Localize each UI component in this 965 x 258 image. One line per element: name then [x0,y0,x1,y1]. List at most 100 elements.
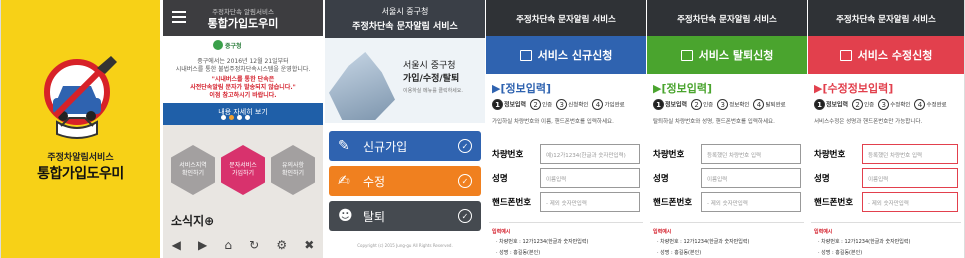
intro-panel: 주정차알림서비스 통합가입도우미 [0,0,160,258]
car-number-input[interactable]: 등록했던 차량번호 입력 [701,144,801,164]
step-1: 1 정보입력 [492,99,526,110]
phone-input[interactable]: - 제외 숫자만입력 [701,192,801,212]
name-label: 성명 [814,174,830,184]
carousel-dots[interactable] [221,115,250,120]
name-row: 성명 이름입력 [492,168,640,188]
helper-home-panel: 주정차단속 알림서비스 통합가입도우미 중구청 중구에서는 2016년 12월 … [163,0,323,258]
banner-title: 서비스 신규신청 [537,49,613,62]
form-description: 서비스수정은 성명과 핸드폰번호만 가능합니다. [814,119,923,125]
phone-row: 핸드폰번호 - 제외 숫자만입력 [492,192,640,212]
example-name: · 성명 : 홍길동(본인) [657,250,702,256]
car-number-row: 차량번호 등록했던 차량번호 입력 [653,144,801,164]
name-label: 성명 [653,174,669,184]
notes-button[interactable]: 유의사항 확인하기 [271,145,315,195]
name-input[interactable]: 이름입력 [701,168,801,188]
step-4: 4 수정완료 [914,99,947,110]
step-1: 1 정보입력 [814,99,848,110]
phone-input[interactable]: - 제외 숫자만입력 [540,192,640,212]
form-icon [839,49,852,61]
step-3: 3 신청확인 [556,99,588,110]
newsletter-link[interactable]: 소식지⊕ [171,212,214,229]
name-input[interactable]: 이름입력 [862,168,958,188]
no-parking-car-icon [44,56,117,139]
car-number-input[interactable]: 등록했던 차량번호 입력 [862,144,958,164]
car-number-label: 차량번호 [653,150,685,160]
step-2: 2 인증 [852,99,874,110]
copyright: Copyright (c) 2015 Jung-gu All Rights Re… [357,243,453,248]
service-banner: 서비스 탈퇴신청 [647,36,807,74]
back-icon[interactable]: ◀ [172,238,181,252]
forward-icon[interactable]: ▶ [198,238,207,252]
form-panel-join: 주정차단속 문자알림 서비스 서비스 신규신청 ▶[정보입력] 1 정보입력 2인… [486,0,646,258]
step-2: 2 인증 [691,99,713,110]
phone-input[interactable]: - 제외 숫자만입력 [862,192,958,212]
header-subtitle: 서울시 중구청 [381,7,429,16]
example-title: 입력예시 [653,229,672,235]
banner-title: 서비스 수정신청 [857,49,933,62]
banner-title: 서비스 탈퇴신청 [698,49,774,62]
car-number-label: 차량번호 [492,150,524,160]
step-4: 4 가입완료 [592,99,625,110]
notice-warning-3: 이점 참고하시기 바랍니다. [209,92,277,99]
step-1: 1 정보입력 [653,99,687,110]
app-header: 서울시 중구청 주정차단속 문자알림 서비스 [325,0,485,38]
edit-button[interactable]: ✍ 수정 ✓ [329,166,481,196]
car-number-input[interactable]: 예)12가1234(한글과 숫자만입력) [540,144,640,164]
phone-row: 핸드폰번호 - 제외 숫자만입력 [814,192,958,212]
hero-line-3: 이용하실 메뉴를 클릭하세요. [403,88,463,94]
more-details-button[interactable]: 내용 자세히 보기 [163,103,323,125]
district-name: 중구청 [225,43,242,50]
section-title: ▶[정보입력] [492,82,551,95]
check-icon: ✓ [458,139,472,153]
leave-button[interactable]: ☻ 탈퇴 ✓ [329,201,481,231]
edit-label: 수정 [363,174,386,189]
hero-line-2: 가입/수정/탈퇴 [403,74,460,84]
header-title: 주정차단속 문자알림 서비스 [352,22,458,32]
service-banner: 서비스 신규신청 [486,36,646,74]
settings-icon[interactable]: ⚙ [276,238,287,252]
close-icon[interactable]: ✖ [304,238,314,252]
name-label: 성명 [492,174,508,184]
join-button[interactable]: ✎ 신규가입 ✓ [329,131,481,161]
subscribe-button[interactable]: 문자서비스 가입하기 [221,145,265,195]
app-header: 주정차단속 문자알림 서비스 [647,0,807,36]
user-icon: ☻ [338,208,353,224]
example-name: · 성명 : 홍길동(본인) [496,250,541,256]
refresh-icon[interactable]: ↻ [249,238,259,252]
intro-title: 통합가입도우미 [37,166,124,182]
hero-banner: 서울시 중구청 가입/수정/탈퇴 이용하실 메뉴를 클릭하세요. [325,38,485,123]
name-row: 성명 이름입력 [814,168,958,188]
app-header: 주정차단속 문자알림 서비스 [808,0,964,36]
form-icon [680,49,693,61]
car-number-row: 차량번호 등록했던 차량번호 입력 [814,144,958,164]
check-icon: ✓ [458,174,472,188]
example-title: 입력예시 [492,229,511,235]
leave-label: 탈퇴 [363,209,386,224]
home-icon[interactable]: ⌂ [224,238,232,252]
carousel-dot[interactable] [245,115,250,120]
service-area-button[interactable]: 서비스지역 확인하기 [171,145,215,195]
form-pen-icon: ✎ [338,138,350,154]
phone-label: 핸드폰번호 [492,198,532,208]
form-panel-edit: 주정차단속 문자알림 서비스 서비스 수정신청 ▶[수정정보입력] 1 정보입력 … [808,0,965,258]
carousel-dot-active[interactable] [229,115,234,120]
example-name: · 성명 : 홍길동(본인) [818,250,863,256]
phone-label: 핸드폰번호 [653,198,693,208]
menu-panel: 서울시 중구청 주정차단속 문자알림 서비스 서울시 중구청 가입/수정/탈퇴 … [325,0,485,258]
edit-icon: ✍ [338,173,350,189]
carousel-dot[interactable] [237,115,242,120]
example-car: · 차량번호 : 12가1234(한글과 숫자만입력) [657,239,750,245]
city-illustration-icon [329,52,395,120]
example-car: · 차량번호 : 12가1234(한글과 숫자만입력) [818,239,911,245]
step-indicator: 1 정보입력 2 인증 3 수정확인 4 수정완료 [814,99,947,110]
intro-subtitle: 주정차알림서비스 [47,153,114,163]
phone-label: 핸드폰번호 [814,198,854,208]
name-input[interactable]: 이름입력 [540,168,640,188]
form-icon [519,49,532,61]
bottom-toolbar: ◀ ▶ ⌂ ↻ ⚙ ✖ [163,234,323,256]
step-4: 4 탈퇴완료 [753,99,786,110]
join-label: 신규가입 [363,139,408,154]
section-title: ▶[정보입력] [653,82,712,95]
carousel-dot[interactable] [221,115,226,120]
header-title: 통합가입도우미 [207,17,279,30]
